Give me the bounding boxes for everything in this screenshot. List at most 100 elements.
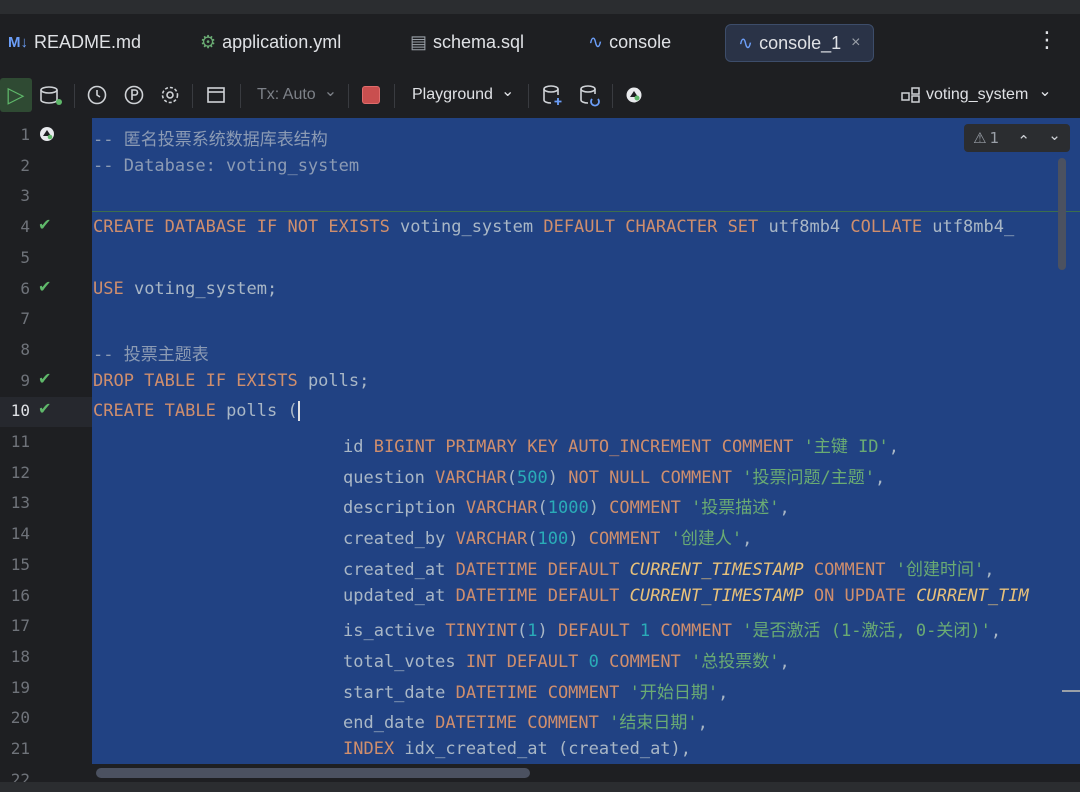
code-token: DATETIME DEFAULT <box>455 585 630 606</box>
code-line[interactable]: CREATE TABLE polls ( <box>93 401 300 422</box>
code-token: CURRENT_TIMESTAMP <box>629 559 804 580</box>
toolbar-separator <box>240 84 241 108</box>
code-token: created_at <box>568 739 671 759</box>
code-token: utf8mb4 <box>768 217 851 238</box>
code-token: idx_created_at ( <box>404 739 569 759</box>
close-icon[interactable]: × <box>851 34 860 52</box>
inspection-widget[interactable]: ⚠ 1 ⌃ ⌄ <box>964 124 1070 152</box>
code-line[interactable]: -- Database: voting_system <box>93 156 359 176</box>
tab-label: console_1 <box>759 32 842 53</box>
code-line[interactable]: description VARCHAR(1000) COMMENT '投票描述'… <box>343 493 790 518</box>
code-token: description <box>343 498 466 519</box>
code-line[interactable]: start_date DATETIME COMMENT '开始日期', <box>343 678 728 703</box>
database-add-icon <box>543 85 562 105</box>
code-line[interactable]: created_by VARCHAR(100) COMMENT '创建人', <box>343 524 752 549</box>
line-number: 6 <box>20 278 30 298</box>
code-token: end_date <box>343 713 436 734</box>
ai-assistant-button[interactable] <box>624 82 644 108</box>
horizontal-scrollbar[interactable] <box>96 768 530 778</box>
markdown-icon: M↓ <box>8 33 28 51</box>
previous-problem-icon[interactable]: ⌃ <box>1017 132 1030 150</box>
more-options-icon[interactable]: ⋮ <box>1036 28 1058 53</box>
code-token: 1 <box>639 621 661 642</box>
code-token: ) <box>588 498 610 519</box>
chevron-down-icon: ⌄ <box>1038 83 1052 100</box>
tab-application-yml[interactable]: ⚙ application.yml <box>200 24 341 60</box>
code-line[interactable]: DROP TABLE IF EXISTS polls; <box>93 371 369 391</box>
code-line[interactable]: USE voting_system; <box>93 279 277 299</box>
sql-file-icon: ▤ <box>410 31 428 52</box>
code-token: polls; <box>307 370 370 391</box>
code-token: 1000 <box>547 498 589 519</box>
code-line[interactable]: CREATE DATABASE IF NOT EXISTS voting_sys… <box>93 217 1014 237</box>
code-token: CREATE TABLE <box>93 401 227 422</box>
code-token: , <box>779 498 790 519</box>
add-datasource-button[interactable] <box>541 82 565 108</box>
tab-console[interactable]: ∿ console <box>588 24 671 60</box>
code-token: COMMENT <box>609 651 692 672</box>
window-top-edge <box>0 0 1080 14</box>
tab-readme[interactable]: M↓ README.md <box>8 24 141 60</box>
code-line[interactable]: -- 匿名投票系统数据库表结构 <box>93 125 328 150</box>
layout-button[interactable] <box>205 82 227 108</box>
code-token: voting_system <box>400 217 544 238</box>
code-line[interactable]: -- 投票主题表 <box>93 340 209 365</box>
parameters-button[interactable] <box>123 82 145 108</box>
line-number: 21 <box>10 739 30 758</box>
code-line[interactable]: is_active TINYINT(1) DEFAULT 1 COMMENT '… <box>343 616 1001 641</box>
sql-editor[interactable]: ⚠ 1 ⌃ ⌄ -- 匿名投票系统数据库表结构 -- Database: votin… <box>92 118 1080 764</box>
line-number: 11 <box>10 432 30 451</box>
mode-label: Playground <box>412 86 493 103</box>
schema-selector-dropdown[interactable]: voting_system ⌄ <box>900 82 1052 108</box>
line-number: 5 <box>20 247 30 267</box>
code-token: polls ( <box>226 401 298 422</box>
code-line[interactable]: id BIGINT PRIMARY KEY AUTO_INCREMENT COM… <box>343 432 899 457</box>
code-token: TINYINT <box>445 621 518 642</box>
code-token: ( <box>517 621 528 642</box>
code-token: '投票描述' <box>691 498 780 519</box>
panel-layout-icon <box>207 87 225 103</box>
refresh-datasource-button[interactable] <box>578 82 602 108</box>
transaction-mode-dropdown[interactable]: Tx: Auto ⌄ <box>257 82 337 108</box>
code-line[interactable]: created_at DATETIME DEFAULT CURRENT_TIME… <box>343 555 994 580</box>
vertical-scrollbar[interactable] <box>1058 158 1066 270</box>
code-line[interactable]: updated_at DATETIME DEFAULT CURRENT_TIME… <box>343 586 1029 606</box>
tab-console-1[interactable]: ∿ console_1 × <box>725 24 874 62</box>
code-token: DROP TABLE IF EXISTS <box>93 370 308 391</box>
code-token: '创建时间' <box>895 559 985 580</box>
code-token: INDEX <box>343 739 405 759</box>
execute-button[interactable]: ▷ <box>0 78 32 112</box>
code-token: created_by <box>343 529 456 550</box>
schema-icon <box>901 87 920 103</box>
stop-button[interactable] <box>362 82 380 108</box>
settings-button[interactable] <box>159 82 181 108</box>
code-line[interactable]: end_date DATETIME COMMENT '结束日期', <box>343 708 708 733</box>
code-token: , <box>888 437 900 457</box>
database-session-button[interactable] <box>38 82 64 108</box>
code-token: '投票问题/主题' <box>742 467 875 488</box>
check-icon: ✔ <box>38 215 52 235</box>
code-line[interactable]: total_votes INT DEFAULT 0 COMMENT '总投票数'… <box>343 647 790 672</box>
line-number: 9 <box>20 370 30 390</box>
code-token: ( <box>527 529 538 550</box>
code-token: created_at <box>343 559 456 580</box>
code-token: , <box>990 621 1002 642</box>
code-token: , <box>742 529 753 550</box>
line-number: 14 <box>10 524 30 544</box>
tab-schema-sql[interactable]: ▤ schema.sql <box>410 24 524 60</box>
code-token: start_date <box>343 682 456 703</box>
history-button[interactable] <box>86 82 108 108</box>
toolbar-separator <box>612 84 613 108</box>
database-refresh-icon <box>580 85 600 107</box>
code-line[interactable]: question VARCHAR(500) NOT NULL COMMENT '… <box>343 463 885 488</box>
code-token: voting_system; <box>133 278 278 299</box>
code-token: id <box>343 437 374 457</box>
schema-label: voting_system <box>926 86 1029 103</box>
playground-mode-dropdown[interactable]: Playground ⌄ <box>412 82 514 108</box>
code-token: 500 <box>517 467 548 488</box>
line-number: 18 <box>10 646 30 666</box>
code-token: , <box>718 682 729 703</box>
next-problem-icon[interactable]: ⌄ <box>1048 126 1061 144</box>
code-token: DEFAULT <box>558 621 640 642</box>
code-line[interactable]: INDEX idx_created_at (created_at), <box>343 739 691 759</box>
